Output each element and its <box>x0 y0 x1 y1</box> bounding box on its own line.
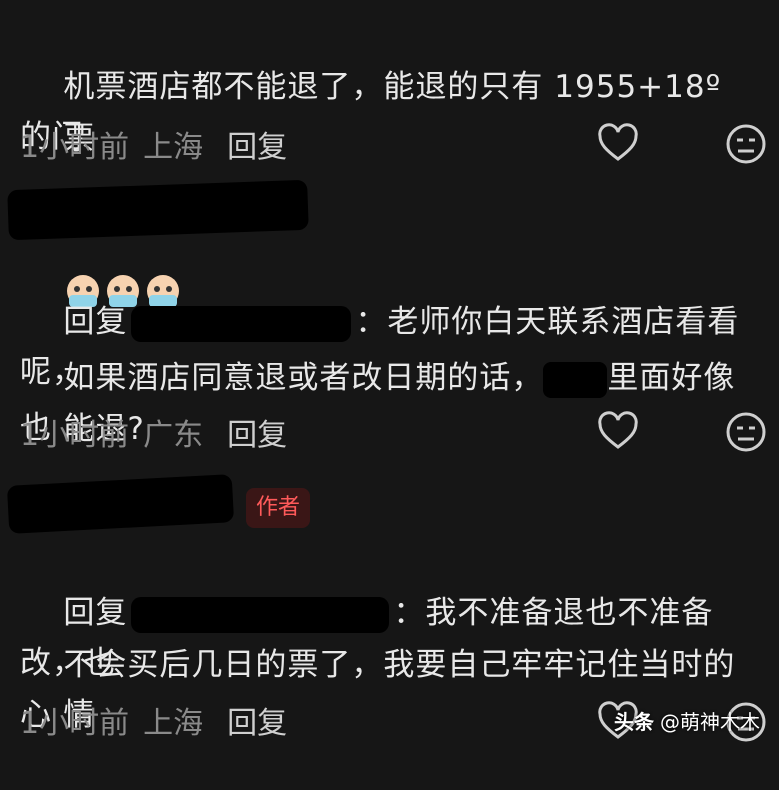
comment-meta: 1小时前 广东 回复 <box>20 410 287 454</box>
comment-location: 上海 <box>143 130 204 165</box>
comment-location: 上海 <box>143 706 204 741</box>
comment-time: 1小时前 <box>20 418 130 453</box>
redacted-username <box>7 179 309 241</box>
reply-button[interactable]: 回复 <box>227 410 287 454</box>
watermark: 头条 @萌神木木 <box>614 706 760 735</box>
reply-button[interactable]: 回复 <box>227 698 287 742</box>
comment-time: 1小时前 <box>20 706 130 741</box>
heart-icon[interactable] <box>596 410 640 454</box>
redacted-username <box>6 474 235 534</box>
reply-button[interactable]: 回复 <box>227 122 287 166</box>
neutral-face-icon[interactable] <box>724 410 768 454</box>
heart-icon[interactable] <box>596 122 640 166</box>
comment-location: 广东 <box>143 418 204 453</box>
neutral-face-icon[interactable] <box>724 122 768 166</box>
comment-time: 1小时前 <box>20 130 130 165</box>
watermark-handle: @萌神木木 <box>660 710 760 734</box>
comment-meta: 1小时前 上海 回复 <box>20 698 287 742</box>
comment-meta: 1小时前 上海 回复 <box>20 122 287 166</box>
author-badge: 作者 <box>246 488 310 528</box>
watermark-brand: 头条 <box>614 710 654 734</box>
